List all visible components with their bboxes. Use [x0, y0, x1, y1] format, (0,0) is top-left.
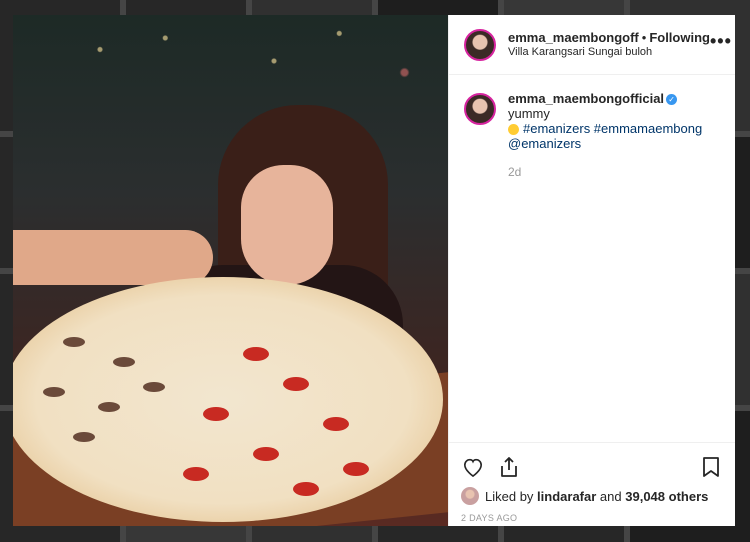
separator-dot: • [641, 29, 647, 45]
following-button[interactable]: Following [649, 30, 710, 45]
post-modal: emma_maembongoff • Following Villa Karangs… [13, 15, 735, 526]
smile-emoji-icon [508, 124, 519, 136]
bookmark-icon[interactable] [699, 455, 723, 479]
liker-avatar [461, 487, 479, 505]
share-icon[interactable] [497, 455, 521, 479]
liker-username[interactable]: lindarafar [537, 489, 596, 504]
post-sidebar: emma_maembongoff • Following Villa Karangs… [448, 15, 735, 526]
author-username[interactable]: emma_maembongoff [508, 30, 639, 45]
heart-icon[interactable] [461, 455, 485, 479]
caption-mention[interactable]: @emanizers [508, 136, 581, 151]
likes-prefix: Liked by [485, 488, 534, 504]
likes-summary: Liked by lindarafar and 39,048 others [461, 487, 723, 505]
location-link[interactable]: Villa Karangsari Sungai buloh [508, 45, 710, 60]
post-photo[interactable] [13, 15, 448, 526]
caption-username[interactable]: emma_maembongofficial [508, 91, 664, 106]
post-actions: Liked by lindarafar and 39,048 others 2 … [449, 442, 735, 526]
author-avatar[interactable] [464, 28, 496, 61]
caption-hashtags[interactable]: #emanizers #emmamaembong [523, 121, 702, 136]
likes-count[interactable]: 39,048 others [625, 489, 708, 504]
verified-icon: ✓ [666, 94, 678, 106]
comments-section: emma_maembongofficial ✓ yummy #emanizers … [449, 75, 735, 442]
more-icon[interactable]: ••• [710, 31, 732, 52]
likes-and: and [599, 488, 622, 504]
caption: emma_maembongofficial ✓ yummy #emanizers … [464, 91, 720, 180]
caption-text: yummy [508, 106, 550, 121]
pizza-image [13, 277, 443, 522]
caption-age: 2d [508, 165, 522, 179]
post-date: 2 DAYS AGO [461, 513, 518, 523]
post-header: emma_maembongoff • Following Villa Karangs… [449, 15, 735, 75]
caption-avatar[interactable] [464, 93, 496, 125]
